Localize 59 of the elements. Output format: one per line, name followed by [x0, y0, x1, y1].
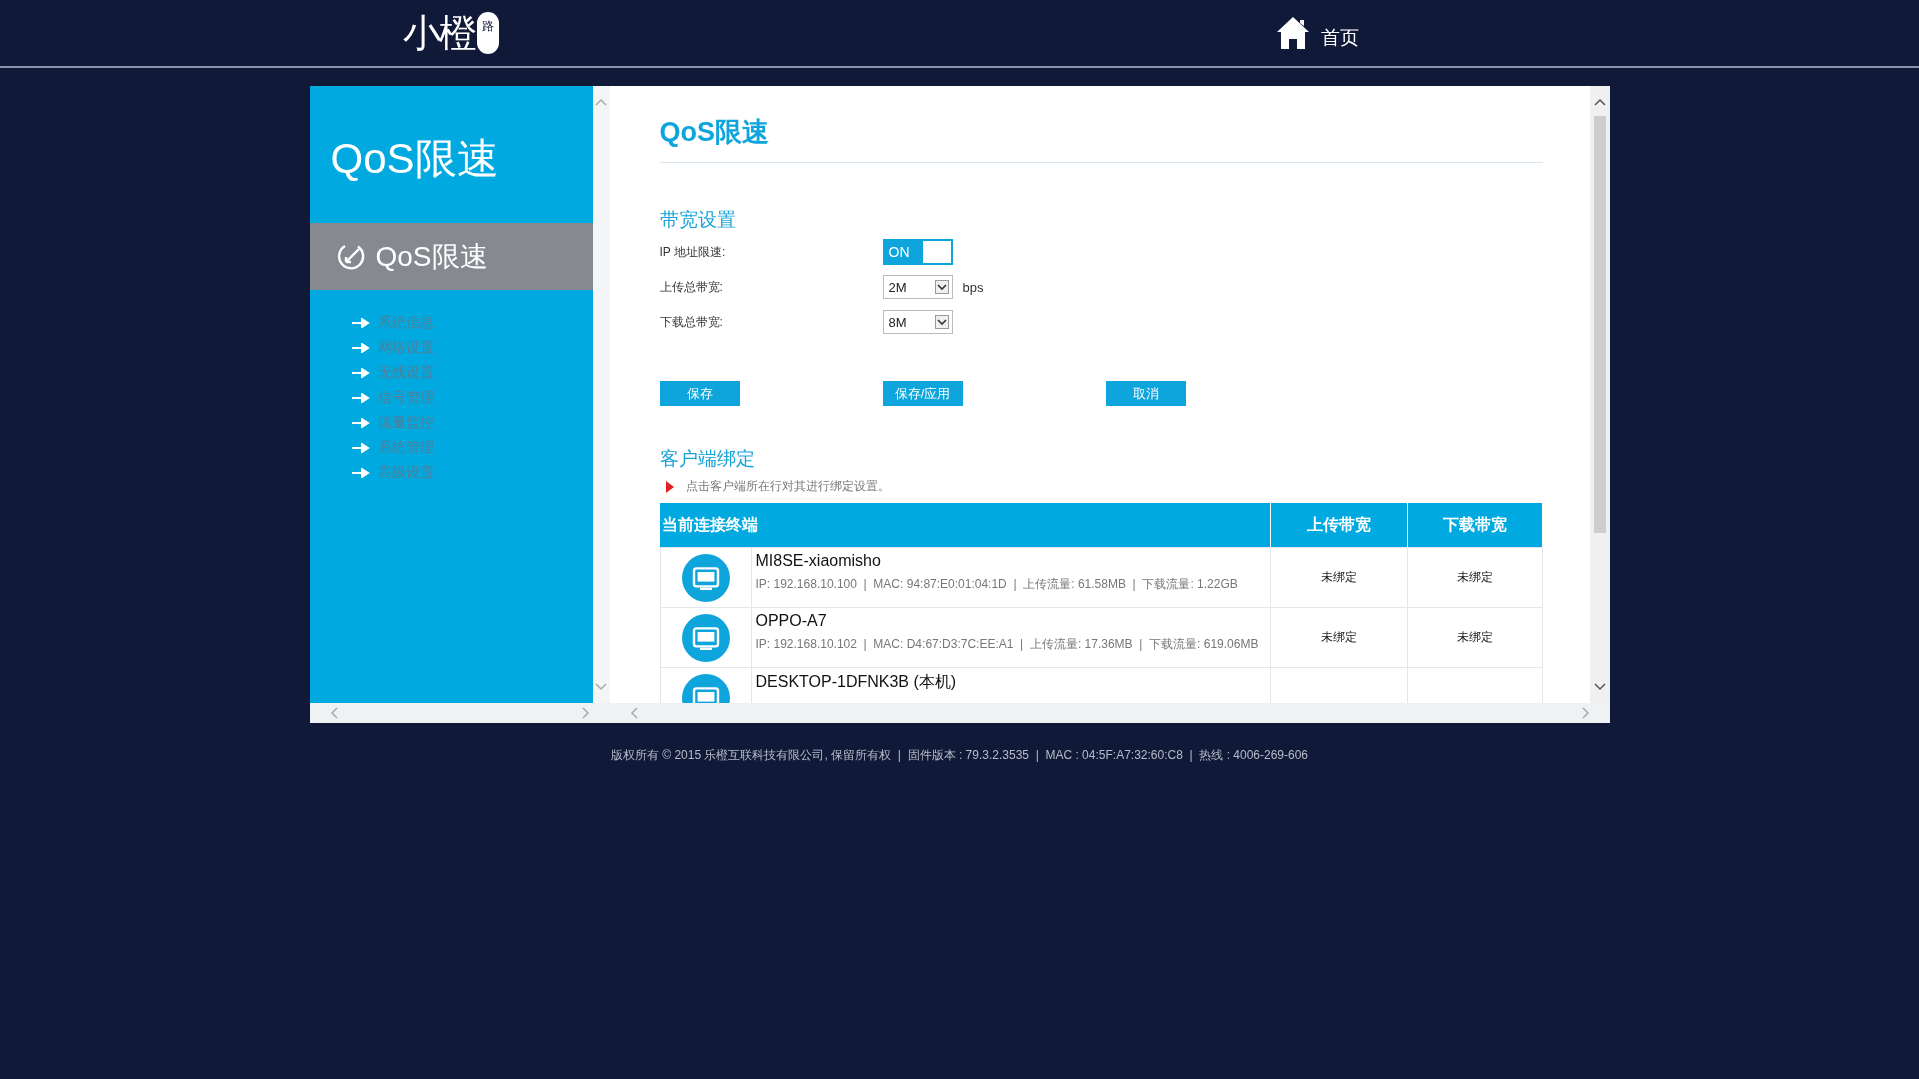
caret-icon [934, 315, 949, 329]
column-header: 上传带宽 [1270, 503, 1408, 548]
sidebar-link[interactable]: 无线设置 [377, 363, 434, 382]
scroll-up-icon[interactable] [1593, 98, 1606, 106]
binding-status: 未绑定 [1456, 570, 1493, 584]
arrow-icon [351, 467, 370, 478]
section-heading: 带宽设置 [659, 208, 737, 232]
dropdown[interactable]: 8M [882, 310, 953, 334]
field-label: IP 地址限速: [659, 243, 727, 261]
device-name: OPPO-A7 [755, 612, 828, 630]
monitor-icon [681, 613, 730, 662]
scroll-right-icon[interactable] [1581, 707, 1590, 719]
dropdown[interactable]: 2M [882, 275, 953, 299]
action-button[interactable]: 保存/应用 [882, 381, 963, 406]
scroll-down-icon[interactable] [1593, 683, 1606, 691]
action-button[interactable]: 保存 [659, 381, 740, 406]
device-name: DESKTOP-1DFNK3B (本机) [755, 672, 958, 692]
page-title: QoS限速 [659, 114, 1543, 163]
sidebar-link[interactable]: 流量监控 [377, 413, 434, 432]
column-header: 下载带宽 [1407, 503, 1542, 548]
device-details: IP: 192.168.10.102 | MAC: D4:67:D3:7C:EE:A1 | 上传流量: 17.36MB | 下载流量: 619.06MB [755, 636, 1260, 653]
arrow-icon [351, 442, 370, 453]
device-name: MI8SE-xiaomisho [755, 552, 882, 570]
logo-badge: 路 [477, 12, 499, 54]
scroll-right-icon[interactable] [581, 707, 590, 719]
section-heading: 客户端绑定 [659, 447, 756, 471]
arrow-icon [351, 342, 370, 353]
field-label: 下载总带宽: [659, 313, 724, 331]
arrow-icon [351, 317, 370, 328]
sidebar-link[interactable]: 系统管理 [377, 438, 434, 457]
caret-icon [934, 280, 949, 294]
sidebar-link[interactable]: 网络设置 [377, 338, 434, 357]
action-button[interactable]: 取消 [1105, 381, 1186, 406]
sidebar-link[interactable]: 系统信息 [377, 313, 434, 332]
field-label: 上传总带宽: [659, 278, 724, 296]
hint-text: 点击客户端所在行对其进行绑定设置。 [685, 478, 890, 495]
scroll-thumb[interactable] [1593, 116, 1606, 533]
logo-text: 小橙 [403, 14, 475, 52]
scroll-left-icon[interactable] [329, 707, 338, 719]
scroll-left-icon[interactable] [629, 707, 638, 719]
arrow-icon [351, 367, 370, 378]
arrow-icon [351, 392, 370, 403]
sidebar-link[interactable]: 信号管理 [377, 388, 434, 407]
binding-status: 未绑定 [1456, 630, 1493, 644]
monitor-icon [681, 553, 730, 602]
home-icon [1275, 15, 1311, 51]
triangle-icon [665, 480, 674, 493]
device-details: IP: 192.168.10.100 | MAC: 94:87:E0:01:04:1D | 上传流量: 61.58MB | 下载流量: 1.22GB [755, 576, 1239, 593]
footer-text: 版权所有 © 2015 乐橙互联科技有限公司, 保留所有权 | 固件版本 : 79.3.2.3535 | MAC : 04:5F:A7:32:60:C8 | 热线 : 4006-269-606 [610, 747, 1309, 764]
sidebar-active-item[interactable]: QoS限速 [309, 223, 593, 290]
sidebar-title: QoS限速 [329, 134, 500, 184]
home-link[interactable]: 首页 [1275, 15, 1359, 51]
sidebar-link[interactable]: 高级设置 [377, 463, 434, 482]
column-header: 当前连接终端 [660, 503, 1271, 548]
toggle-switch[interactable]: ON [882, 239, 953, 265]
binding-status: 未绑定 [1321, 630, 1357, 644]
arrow-icon [351, 417, 370, 428]
binding-status: 未绑定 [1321, 570, 1357, 584]
unit-label: bps [962, 279, 984, 295]
